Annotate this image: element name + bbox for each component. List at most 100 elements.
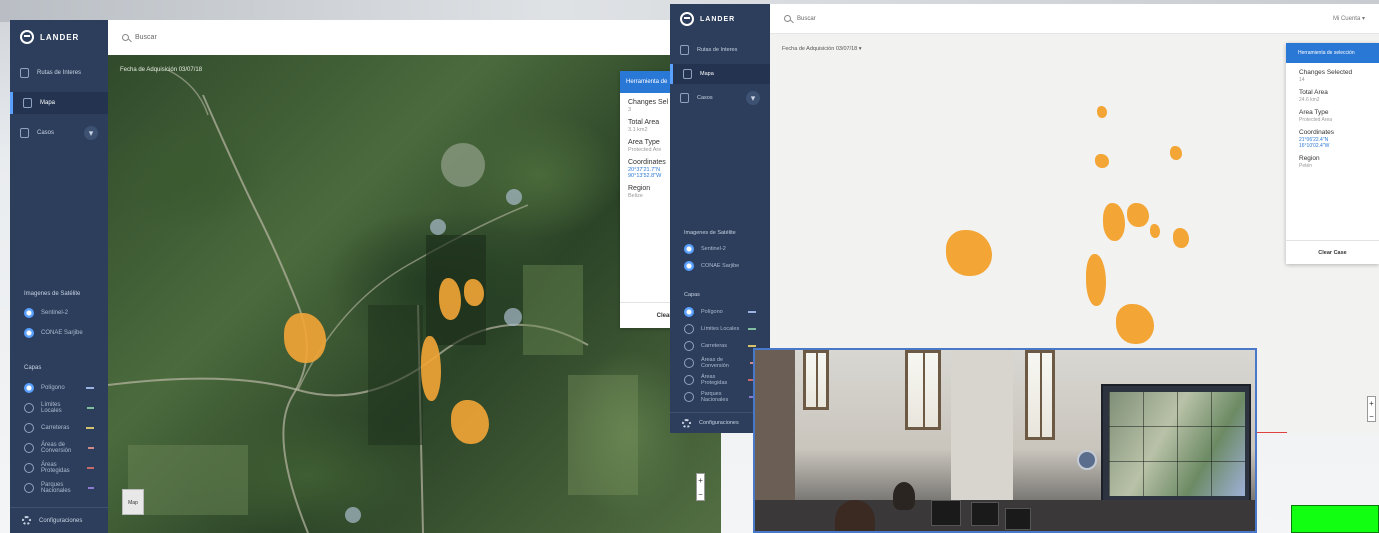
change-polygon[interactable] xyxy=(1150,224,1160,238)
acquisition-date[interactable]: Fecha de Adquisición 03/07/18 xyxy=(120,67,202,73)
layer-parques[interactable]: Parques Nacionales xyxy=(10,478,108,498)
radio-icon xyxy=(684,374,694,385)
layer-color-swatch xyxy=(86,387,94,389)
nav-item-rutas[interactable]: Rutas de Interes xyxy=(670,40,770,60)
radio-checked-icon xyxy=(24,383,34,393)
person xyxy=(893,482,915,510)
layer-limites[interactable]: Límites Locales xyxy=(10,398,108,418)
layer-protegidas[interactable]: Áreas Protegidas xyxy=(10,458,108,478)
satellite-option-sentinel[interactable]: Sentinel-2 xyxy=(670,240,770,257)
layer-limites[interactable]: Límites Locales xyxy=(670,320,770,337)
coordinates-label: Coordinates xyxy=(1299,129,1335,136)
selection-tool-panel: Herramienta de selección Changes Selecte… xyxy=(1286,43,1379,264)
nav-item-mapa[interactable]: Mapa xyxy=(670,64,770,84)
radio-icon xyxy=(684,323,694,334)
layer-color-swatch xyxy=(86,427,94,429)
satellite-option-sentinel[interactable]: Sentinel-2 xyxy=(10,303,108,323)
change-polygon[interactable] xyxy=(439,278,461,320)
video-wall xyxy=(1101,384,1251,505)
zoom-in-button[interactable]: + xyxy=(697,474,704,488)
layer-conversion[interactable]: Áreas de Conversión xyxy=(10,438,108,458)
change-polygon[interactable] xyxy=(1097,106,1107,118)
green-box xyxy=(1291,505,1379,533)
layer-poligono[interactable]: Polígono xyxy=(10,378,108,398)
radio-icon xyxy=(684,340,694,351)
radio-icon xyxy=(24,403,34,413)
zoom-control[interactable]: + − xyxy=(1367,396,1376,422)
person xyxy=(835,500,875,531)
gear-icon xyxy=(682,418,691,428)
region-label: Region xyxy=(1299,155,1320,162)
layer-color-swatch xyxy=(87,467,94,469)
lander-logo-icon xyxy=(680,12,694,26)
clear-case-button[interactable]: Clear Case xyxy=(1286,240,1379,264)
layers-section-title: Capas xyxy=(684,292,700,298)
app-logo[interactable]: LANDER xyxy=(670,4,770,34)
zoom-in-button[interactable]: + xyxy=(1368,397,1375,410)
satellite-option-conae[interactable]: CONAE Sarjibe xyxy=(10,323,108,343)
map-icon xyxy=(23,98,32,108)
changes-label: Changes Selected xyxy=(1299,69,1353,76)
window xyxy=(803,350,829,410)
change-polygon[interactable] xyxy=(1116,304,1154,344)
nav-item-casos[interactable]: Casos ▾ xyxy=(670,88,770,108)
window xyxy=(1025,350,1055,440)
change-polygon[interactable] xyxy=(1086,254,1106,306)
lander-map-satellite-view: LANDER Rutas de Interes Mapa Casos ▾ Ima… xyxy=(10,20,721,533)
route-icon xyxy=(680,45,689,55)
layer-color-swatch xyxy=(748,310,756,313)
search-input[interactable]: Buscar xyxy=(797,16,816,22)
change-polygon[interactable] xyxy=(1173,228,1189,248)
area-label: Total Area xyxy=(1299,89,1328,96)
nav-item-rutas[interactable]: Rutas de Interes xyxy=(10,62,108,84)
radio-checked-icon xyxy=(24,308,34,318)
zoom-out-button[interactable]: − xyxy=(1368,410,1375,423)
nav-item-mapa[interactable]: Mapa xyxy=(10,92,108,114)
window xyxy=(905,350,941,430)
radio-icon xyxy=(24,463,34,473)
settings-link[interactable]: Configuraciones xyxy=(10,507,108,533)
radio-checked-icon xyxy=(684,243,694,254)
monitor xyxy=(1005,508,1031,530)
zoom-out-button[interactable]: − xyxy=(697,488,704,502)
layers-section-title: Capas xyxy=(24,365,42,371)
chevron-down-icon[interactable]: ▾ xyxy=(746,91,760,105)
search-bar[interactable]: Buscar Mi Cuenta ▾ xyxy=(770,4,1379,34)
radio-checked-icon xyxy=(24,328,34,338)
radio-checked-icon xyxy=(684,260,694,271)
operations-room-photo xyxy=(753,348,1257,533)
radio-icon xyxy=(24,443,34,453)
search-icon xyxy=(122,34,129,41)
nav-item-casos[interactable]: Casos ▾ xyxy=(10,122,108,144)
satellite-option-conae[interactable]: CONAE Sarjibe xyxy=(670,257,770,274)
change-polygon[interactable] xyxy=(451,400,489,444)
account-menu[interactable]: Mi Cuenta ▾ xyxy=(1333,15,1365,22)
layer-color-swatch xyxy=(86,407,94,409)
region-value: Petén xyxy=(1299,163,1313,169)
acquisition-date[interactable]: Fecha de Adquisición 03/07/18 ▾ xyxy=(782,46,862,52)
cases-icon xyxy=(20,128,29,138)
radio-checked-icon xyxy=(684,306,694,317)
search-input[interactable]: Buscar xyxy=(135,34,157,41)
layer-carreteras[interactable]: Carreteras xyxy=(10,418,108,438)
radio-icon xyxy=(684,357,694,368)
zoom-control[interactable]: + − xyxy=(696,473,705,501)
sidebar: LANDER Rutas de Interes Mapa Casos ▾ Ima… xyxy=(10,20,108,533)
change-polygon[interactable] xyxy=(1127,203,1149,227)
change-polygon[interactable] xyxy=(464,279,484,306)
basemap-toggle-button[interactable]: Map xyxy=(122,489,144,515)
satellite-section-title: Imagenes de Satélite xyxy=(24,291,81,297)
layer-poligono[interactable]: Polígono xyxy=(670,303,770,320)
area-type-label: Area Type xyxy=(1299,109,1329,116)
change-polygon[interactable] xyxy=(1095,154,1109,168)
monitor xyxy=(931,500,961,526)
change-polygon[interactable] xyxy=(1170,146,1182,160)
layer-color-swatch xyxy=(88,447,94,449)
chevron-down-icon[interactable]: ▾ xyxy=(84,126,98,140)
lander-logo-icon xyxy=(20,30,34,44)
change-polygon[interactable] xyxy=(1103,203,1125,241)
app-logo[interactable]: LANDER xyxy=(10,20,108,54)
radio-icon xyxy=(24,483,34,493)
change-polygon[interactable] xyxy=(946,230,992,276)
search-bar[interactable]: Buscar xyxy=(108,20,721,55)
